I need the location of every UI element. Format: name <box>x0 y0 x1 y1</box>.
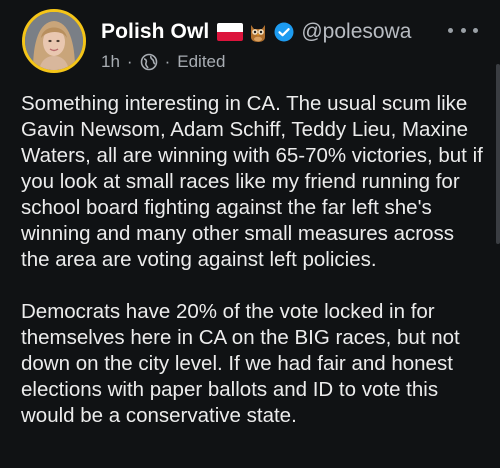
post-body: Something interesting in CA. The usual s… <box>21 91 487 429</box>
post-header: Polish Owl @polesowa <box>101 18 411 46</box>
post-paragraph: Democrats have 20% of the vote locked in… <box>21 300 460 427</box>
meta-separator: · <box>126 52 133 71</box>
post-meta: 1h · · Edited <box>101 50 225 74</box>
globe-icon <box>140 53 158 71</box>
post-paragraph: Something interesting in CA. The usual s… <box>21 92 483 271</box>
post-card: Polish Owl @polesowa 1h · · Edited Somet… <box>0 0 500 468</box>
edited-label[interactable]: Edited <box>177 52 225 72</box>
more-dot <box>460 27 466 33</box>
post-time[interactable]: 1h <box>101 52 120 72</box>
more-options-icon[interactable] <box>448 24 478 36</box>
more-dot <box>473 27 478 33</box>
author-display-name[interactable]: Polish Owl <box>101 20 209 44</box>
author-handle[interactable]: @polesowa <box>301 20 411 44</box>
author-avatar[interactable] <box>22 9 86 73</box>
avatar-image <box>25 12 83 70</box>
verified-badge-icon <box>274 22 294 42</box>
meta-separator: · <box>164 52 171 71</box>
poland-flag-icon <box>217 23 244 41</box>
bottom-edge <box>0 462 500 468</box>
owl-icon <box>248 21 268 43</box>
scrollbar[interactable] <box>496 64 500 244</box>
more-dot <box>448 27 453 33</box>
